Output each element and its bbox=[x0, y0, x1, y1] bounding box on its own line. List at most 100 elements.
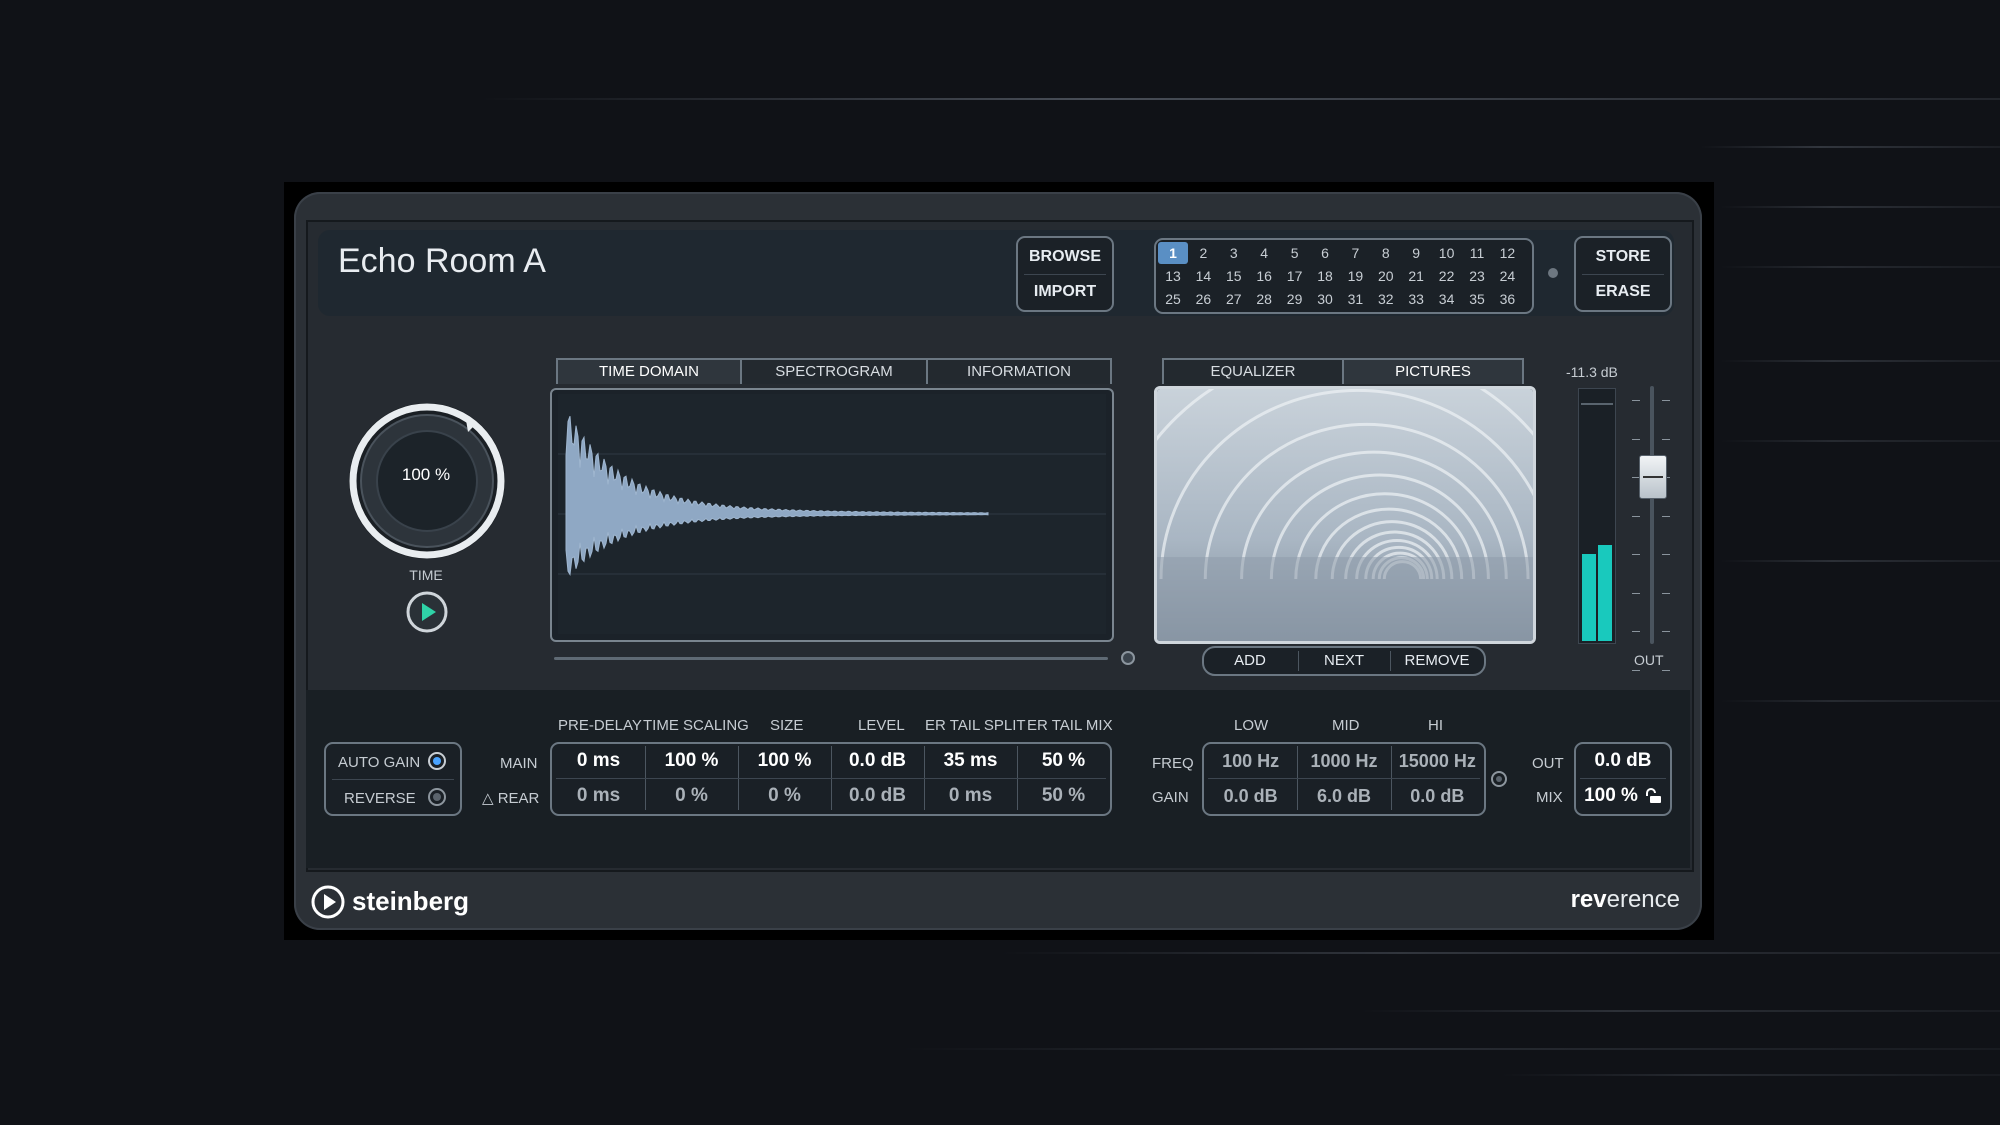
program-slot-1[interactable]: 1 bbox=[1158, 242, 1188, 264]
product-logo: reverence bbox=[1571, 886, 1680, 914]
param-rear-5[interactable]: 50 % bbox=[1017, 779, 1110, 813]
program-slot-3[interactable]: 3 bbox=[1219, 242, 1249, 264]
store-button[interactable]: STORE bbox=[1576, 248, 1670, 266]
program-slot-13[interactable]: 13 bbox=[1158, 265, 1188, 287]
eq-freq-1[interactable]: 1000 Hz bbox=[1297, 744, 1390, 778]
program-slot-35[interactable]: 35 bbox=[1462, 288, 1492, 310]
output-fader-handle[interactable] bbox=[1639, 455, 1667, 500]
program-slot-32[interactable]: 32 bbox=[1371, 288, 1401, 310]
fader-scale-tick bbox=[1662, 400, 1670, 401]
preset-name[interactable]: Echo Room A bbox=[338, 242, 546, 281]
program-slot-36[interactable]: 36 bbox=[1492, 288, 1522, 310]
background-streak bbox=[1360, 1010, 2000, 1012]
program-slot-22[interactable]: 22 bbox=[1432, 265, 1462, 287]
reverse-toggle[interactable] bbox=[428, 788, 446, 806]
program-slot-16[interactable]: 16 bbox=[1249, 265, 1279, 287]
tab-pictures[interactable]: PICTURES bbox=[1342, 358, 1524, 384]
next-picture-button[interactable]: NEXT bbox=[1298, 652, 1390, 669]
auto-gain-toggle[interactable] bbox=[428, 752, 446, 770]
eq-gain-2[interactable]: 0.0 dB bbox=[1391, 779, 1484, 813]
tab-equalizer[interactable]: EQUALIZER bbox=[1162, 358, 1344, 384]
program-slot-23[interactable]: 23 bbox=[1462, 265, 1492, 287]
eq-freq-0[interactable]: 100 Hz bbox=[1204, 744, 1297, 778]
program-slot-9[interactable]: 9 bbox=[1401, 242, 1431, 264]
play-button[interactable] bbox=[405, 590, 449, 634]
program-slot-26[interactable]: 26 bbox=[1188, 288, 1218, 310]
time-domain-display bbox=[550, 388, 1114, 642]
background-streak bbox=[1000, 952, 2000, 954]
background-streak bbox=[1720, 700, 2000, 702]
program-slot-4[interactable]: 4 bbox=[1249, 242, 1279, 264]
program-slot-31[interactable]: 31 bbox=[1340, 288, 1370, 310]
param-rear-3[interactable]: 0.0 dB bbox=[831, 779, 924, 813]
param-main-5[interactable]: 50 % bbox=[1017, 744, 1110, 778]
param-rear-1[interactable]: 0 % bbox=[645, 779, 738, 813]
remove-picture-button[interactable]: REMOVE bbox=[1390, 652, 1484, 669]
fader-scale-tick bbox=[1662, 515, 1670, 517]
eq-bypass-toggle[interactable] bbox=[1491, 771, 1507, 787]
program-slot-2[interactable]: 2 bbox=[1188, 242, 1218, 264]
program-slot-29[interactable]: 29 bbox=[1280, 288, 1310, 310]
mix-lock-icon[interactable] bbox=[1644, 788, 1662, 804]
program-slot-17[interactable]: 17 bbox=[1280, 265, 1310, 287]
eq-parameter-grid: 100 Hz 1000 Hz 15000 Hz 0.0 dB 6.0 dB 0.0 dB bbox=[1202, 742, 1486, 816]
param-main-1[interactable]: 100 % bbox=[645, 744, 738, 778]
eq-gain-0[interactable]: 0.0 dB bbox=[1204, 779, 1297, 813]
program-slot-8[interactable]: 8 bbox=[1371, 242, 1401, 264]
fader-scale-tick bbox=[1632, 592, 1640, 594]
param-row-divider bbox=[556, 778, 1106, 779]
program-slot-20[interactable]: 20 bbox=[1371, 265, 1401, 287]
background-streak bbox=[1720, 440, 2000, 442]
erase-button[interactable]: ERASE bbox=[1576, 283, 1670, 301]
auto-gain-toggle-led bbox=[433, 757, 441, 765]
param-rear-4[interactable]: 0 ms bbox=[924, 779, 1017, 813]
program-slot-30[interactable]: 30 bbox=[1310, 288, 1340, 310]
output-fader-track[interactable] bbox=[1650, 386, 1654, 644]
program-slot-15[interactable]: 15 bbox=[1219, 265, 1249, 287]
param-main-3[interactable]: 0.0 dB bbox=[831, 744, 924, 778]
time-knob-value: 100 % bbox=[401, 465, 451, 484]
fader-scale-tick bbox=[1662, 554, 1670, 555]
program-slot-14[interactable]: 14 bbox=[1188, 265, 1218, 287]
tab-information[interactable]: INFORMATION bbox=[926, 358, 1112, 384]
output-level-value[interactable]: 0.0 dB bbox=[1576, 744, 1670, 778]
tab-time-domain[interactable]: TIME DOMAIN bbox=[556, 358, 742, 384]
background-streak bbox=[1720, 360, 2000, 362]
program-slot-28[interactable]: 28 bbox=[1249, 288, 1279, 310]
output-mix-value[interactable]: 100 % bbox=[1576, 779, 1646, 813]
fader-scale-tick bbox=[1632, 669, 1640, 671]
program-slot-6[interactable]: 6 bbox=[1310, 242, 1340, 264]
program-slot-19[interactable]: 19 bbox=[1340, 265, 1370, 287]
program-slot-10[interactable]: 10 bbox=[1432, 242, 1462, 264]
import-button[interactable]: IMPORT bbox=[1018, 283, 1112, 301]
add-picture-button[interactable]: ADD bbox=[1204, 652, 1296, 669]
browse-button[interactable]: BROWSE bbox=[1018, 248, 1112, 266]
display-scroll-knob[interactable] bbox=[1121, 651, 1135, 665]
param-rear-0[interactable]: 0 ms bbox=[552, 779, 645, 813]
program-slot-25[interactable]: 25 bbox=[1158, 288, 1188, 310]
program-slot-18[interactable]: 18 bbox=[1310, 265, 1340, 287]
plugin-footer: steinberg reverence bbox=[294, 868, 1702, 930]
param-main-4[interactable]: 35 ms bbox=[924, 744, 1017, 778]
switch-group: AUTO GAIN REVERSE bbox=[324, 742, 462, 816]
param-main-2[interactable]: 100 % bbox=[738, 744, 831, 778]
output-meter-label: OUT bbox=[1634, 652, 1664, 668]
param-main-0[interactable]: 0 ms bbox=[552, 744, 645, 778]
program-slot-12[interactable]: 12 bbox=[1492, 242, 1522, 264]
program-slot-7[interactable]: 7 bbox=[1340, 242, 1370, 264]
program-slot-5[interactable]: 5 bbox=[1280, 242, 1310, 264]
program-slot-11[interactable]: 11 bbox=[1462, 242, 1492, 264]
program-slot-21[interactable]: 21 bbox=[1401, 265, 1431, 287]
program-slot-24[interactable]: 24 bbox=[1492, 265, 1522, 287]
fader-scale-tick bbox=[1632, 438, 1640, 440]
display-scrollbar[interactable] bbox=[554, 657, 1108, 660]
program-slot-33[interactable]: 33 bbox=[1401, 288, 1431, 310]
program-slot-27[interactable]: 27 bbox=[1219, 288, 1249, 310]
tab-spectrogram[interactable]: SPECTROGRAM bbox=[740, 358, 928, 384]
param-header-time-scaling: TIME SCALING bbox=[643, 717, 749, 734]
eq-gain-1[interactable]: 6.0 dB bbox=[1297, 779, 1390, 813]
program-slot-34[interactable]: 34 bbox=[1432, 288, 1462, 310]
reverse-toggle-led bbox=[433, 793, 441, 801]
eq-freq-2[interactable]: 15000 Hz bbox=[1391, 744, 1484, 778]
param-rear-2[interactable]: 0 % bbox=[738, 779, 831, 813]
